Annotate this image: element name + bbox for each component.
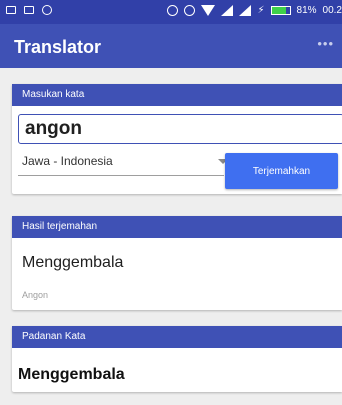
status-bar: ⚡ 81% 00.2 (0, 0, 342, 24)
alarm-icon (184, 5, 196, 16)
signal-icon (221, 5, 234, 16)
clock: 00.2 (322, 5, 342, 16)
status-icons-right: ⚡ 81% 00.2 (167, 5, 342, 16)
source-word: Angon (22, 290, 49, 300)
translation-result: Menggembala (22, 254, 124, 271)
language-select[interactable]: Jawa - Indonesia (18, 152, 228, 172)
image-icon (6, 6, 16, 14)
result-card-header: Hasil terjemahan (12, 216, 342, 238)
wifi-icon (201, 5, 216, 16)
charging-icon: ⚡ (257, 5, 265, 16)
equivalent-card-header: Padanan Kata (12, 326, 342, 348)
message-icon (24, 6, 34, 14)
input-card: Masukan kata Jawa - Indonesia Terjemahka… (12, 84, 342, 194)
result-card: Hasil terjemahan Menggembala Angon (12, 216, 342, 310)
battery-percent: 81% (296, 5, 317, 16)
app-bar: Translator ••• (0, 24, 342, 68)
info-icon (42, 5, 52, 15)
status-icons-left (6, 5, 52, 15)
equivalent-word: Menggembala (18, 366, 125, 383)
signal-icon (239, 5, 252, 16)
word-input[interactable] (18, 114, 342, 144)
equivalent-card: Padanan Kata Menggembala (12, 326, 342, 392)
select-underline (18, 175, 224, 176)
translate-button[interactable]: Terjemahkan (225, 153, 338, 189)
dnd-icon (167, 5, 179, 16)
input-card-header: Masukan kata (12, 84, 342, 106)
more-icon[interactable]: ••• (317, 36, 334, 51)
language-select-value: Jawa - Indonesia (22, 154, 113, 168)
battery-icon (270, 6, 291, 15)
app-title: Translator (14, 37, 102, 57)
